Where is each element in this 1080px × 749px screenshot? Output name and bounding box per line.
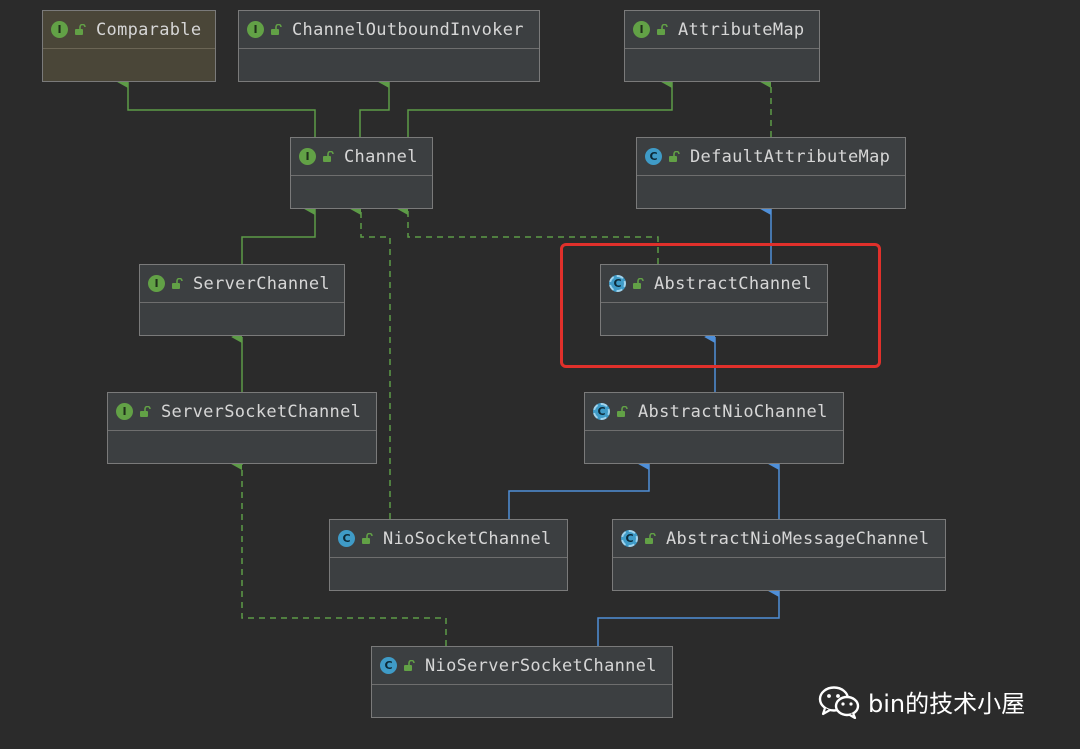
unlock-icon: [362, 532, 373, 544]
watermark-text: bin的技术小屋: [868, 690, 1026, 718]
node-channel-outbound-invoker[interactable]: I ChannelOutboundInvoker: [238, 10, 540, 82]
interface-icon: I: [633, 21, 650, 38]
class-name: AttributeMap: [678, 19, 805, 40]
unlock-icon: [271, 23, 282, 35]
node-server-channel[interactable]: I ServerChannel: [139, 264, 345, 336]
class-name: NioSocketChannel: [383, 528, 552, 549]
abstract-class-icon: C: [621, 530, 638, 547]
inheritance-edges: [117, 76, 780, 646]
edge-channel-comparable: [117, 76, 316, 137]
interface-icon: I: [148, 275, 165, 292]
interface-icon: I: [51, 21, 68, 38]
wechat-icon: [818, 685, 860, 719]
class-name: Comparable: [96, 19, 202, 40]
unlock-icon: [617, 405, 628, 417]
unlock-icon: [172, 277, 183, 289]
node-abstract-nio-message-channel[interactable]: C AbstractNioMessageChannel: [612, 519, 946, 591]
node-nio-socket-channel[interactable]: C NioSocketChannel: [329, 519, 568, 591]
class-icon: C: [338, 530, 355, 547]
class-name: ChannelOutboundInvoker: [292, 19, 524, 40]
unlock-icon: [669, 150, 680, 162]
node-channel[interactable]: I Channel: [290, 137, 433, 209]
interface-icon: I: [299, 148, 316, 165]
node-attribute-map[interactable]: I AttributeMap: [624, 10, 820, 82]
edge-niosocketchannel-abstractniochannel: [508, 458, 650, 519]
class-name: NioServerSocketChannel: [425, 655, 657, 676]
class-name: ServerSocketChannel: [161, 401, 362, 422]
edge-channel-outbound-invoker: [359, 76, 390, 137]
node-nio-server-socket-channel[interactable]: C NioServerSocketChannel: [371, 646, 673, 718]
class-icon: C: [645, 148, 662, 165]
edge-nioserversocketchannel-abstractniomessagechannel: [597, 585, 780, 646]
edge-serverchannel-channel: [241, 203, 316, 264]
unlock-icon: [140, 405, 151, 417]
unlock-icon: [645, 532, 656, 544]
node-comparable[interactable]: I Comparable: [42, 10, 216, 82]
highlight-box: [560, 243, 881, 368]
unlock-icon: [657, 23, 668, 35]
abstract-class-icon: C: [593, 403, 610, 420]
class-name: Channel: [344, 146, 418, 167]
class-name: ServerChannel: [193, 273, 330, 294]
edge-niosocketchannel-channel: [350, 203, 391, 519]
edge-channel-attributemap: [407, 76, 673, 137]
watermark: bin的技术小屋: [818, 684, 1025, 719]
class-name: AbstractNioChannel: [638, 401, 828, 422]
class-name: DefaultAttributeMap: [690, 146, 891, 167]
unlock-icon: [75, 23, 86, 35]
node-default-attribute-map[interactable]: C DefaultAttributeMap: [636, 137, 906, 209]
interface-icon: I: [247, 21, 264, 38]
class-name: AbstractNioMessageChannel: [666, 528, 930, 549]
unlock-icon: [404, 659, 415, 671]
node-server-socket-channel[interactable]: I ServerSocketChannel: [107, 392, 377, 464]
interface-icon: I: [116, 403, 133, 420]
node-abstract-nio-channel[interactable]: C AbstractNioChannel: [584, 392, 844, 464]
unlock-icon: [323, 150, 334, 162]
class-icon: C: [380, 657, 397, 674]
